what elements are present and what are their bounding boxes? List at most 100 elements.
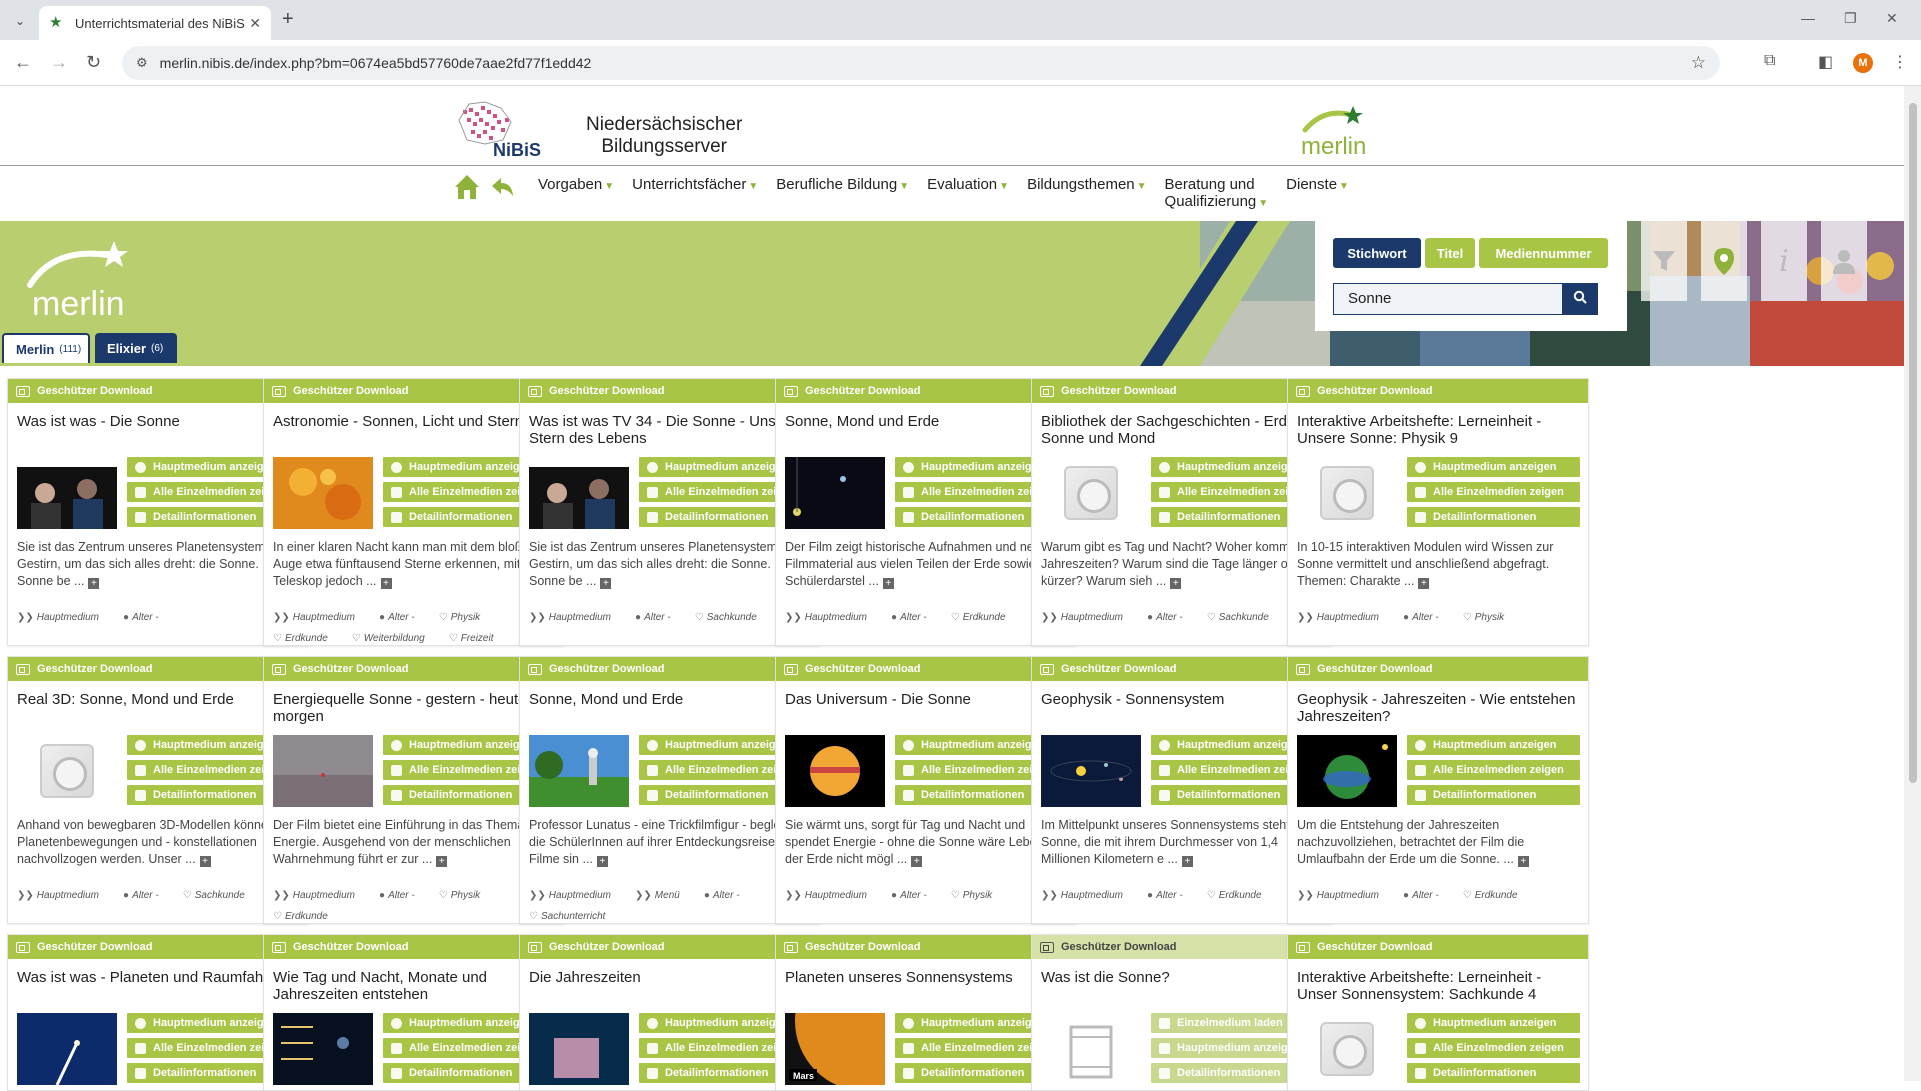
age-tag[interactable]: ● Alter - [891, 885, 939, 906]
main-media-tag[interactable]: ❯❯ Hauptmedium [17, 607, 111, 628]
card-title[interactable]: Interaktive Arbeitshefte: Lerneinheit - … [1297, 413, 1583, 447]
subject-tag[interactable]: ♡ Sachkunde [183, 885, 257, 906]
card-title[interactable]: Was ist was - Die Sonne [17, 413, 303, 430]
menu-item-unterrichtsfaecher[interactable]: Unterrichtsfächer ▼ [632, 172, 758, 195]
main-media-tag[interactable]: ❯❯ Hauptmedium [529, 607, 623, 628]
card-title[interactable]: Sonne, Mond und Erde [785, 413, 1071, 430]
card-title[interactable]: Planeten unseres Sonnensystems [785, 969, 1071, 986]
side-panel-icon[interactable]: ◧ [1818, 52, 1833, 72]
card-thumbnail[interactable] [785, 735, 885, 807]
menu-item-vorgaben[interactable]: Vorgaben ▼ [538, 172, 614, 195]
subject-tag[interactable]: ♡ Physik [439, 885, 492, 906]
expand-plus-icon[interactable]: + [882, 578, 894, 589]
card-title[interactable]: Astronomie - Sonnen, Licht und Sterne [273, 413, 559, 430]
expand-plus-icon[interactable]: + [1418, 578, 1430, 589]
card-thumbnail[interactable] [273, 1013, 373, 1085]
main-media-tag[interactable]: ❯❯ Hauptmedium [1041, 885, 1135, 906]
age-tag[interactable]: ● Alter - [123, 885, 171, 906]
card-thumbnail[interactable] [273, 457, 373, 529]
menu-item-bildungsthemen[interactable]: Bildungsthemen ▼ [1027, 172, 1146, 195]
menu-item-evaluation[interactable]: Evaluation ▼ [927, 172, 1009, 195]
card-thumbnail[interactable] [17, 1013, 117, 1085]
main-media-tag[interactable]: ❯❯ Hauptmedium [785, 607, 879, 628]
home-icon[interactable] [452, 172, 482, 202]
expand-plus-icon[interactable]: + [380, 578, 392, 589]
main-media-tag[interactable]: ❯❯ Hauptmedium [1297, 885, 1391, 906]
site-info-icon[interactable]: ⚙ [136, 55, 148, 71]
browser-menu-icon[interactable]: ⋮ [1892, 52, 1908, 72]
tab-close-icon[interactable]: ✕ [249, 15, 261, 32]
age-tag[interactable]: ● Alter - [635, 607, 683, 628]
main-media-tag[interactable]: ❯❯ Hauptmedium [273, 885, 367, 906]
age-tag[interactable]: ● Alter - [1147, 607, 1195, 628]
subject-tag[interactable]: ♡ Physik [1463, 607, 1516, 628]
search-input[interactable]: Sonne [1333, 283, 1563, 315]
card-title[interactable]: Sonne, Mond und Erde [529, 691, 815, 708]
subject-tag[interactable]: ♡ Freizeit [449, 628, 506, 649]
age-tag[interactable]: ● Alter - [704, 885, 752, 906]
show-main-media-button[interactable]: Hauptmedium anzeigen [1407, 735, 1580, 755]
card-title[interactable]: Die Jahreszeiten [529, 969, 815, 986]
subject-tag[interactable]: ♡ Erdkunde [1207, 885, 1274, 906]
card-title[interactable]: Interaktive Arbeitshefte: Lerneinheit - … [1297, 969, 1583, 1003]
card-thumbnail[interactable] [1297, 457, 1397, 529]
subject-tag[interactable]: ❯❯ Menü [635, 885, 692, 906]
tab-search-dropdown-icon[interactable]: ⌄ [8, 10, 32, 32]
profile-avatar[interactable]: M [1853, 53, 1873, 73]
card-thumbnail[interactable] [17, 457, 117, 529]
subject-tag[interactable]: ♡ Sachkunde [1207, 607, 1281, 628]
menu-item-beratung-qualifizierung[interactable]: Beratung und Qualifizierung ▼ [1165, 172, 1269, 212]
search-mode-stichwort-button[interactable]: Stichwort [1333, 238, 1421, 268]
card-title[interactable]: Wie Tag und Nacht, Monate und Jahreszeit… [273, 969, 559, 1003]
subject-tag[interactable]: ♡ Sachkunde [695, 607, 769, 628]
url-omnibox[interactable]: ⚙ merlin.nibis.de/index.php?bm=0674ea5bd… [122, 46, 1720, 80]
search-mode-mediennummer-button[interactable]: Mediennummer [1479, 238, 1608, 268]
back-arrow-green-icon[interactable] [488, 172, 516, 202]
main-media-tag[interactable]: ❯❯ Hauptmedium [1041, 607, 1135, 628]
card-title[interactable]: Real 3D: Sonne, Mond und Erde [17, 691, 303, 708]
window-close-icon[interactable]: ✕ [1886, 10, 1898, 27]
age-tag[interactable]: ● Alter - [379, 885, 427, 906]
card-title[interactable]: Das Universum - Die Sonne [785, 691, 1071, 708]
main-media-tag[interactable]: ❯❯ Hauptmedium [529, 885, 623, 906]
card-thumbnail[interactable]: Mars [785, 1013, 885, 1085]
age-tag[interactable]: ● Alter - [891, 607, 939, 628]
show-all-media-button[interactable]: Alle Einzelmedien zeigen [1407, 482, 1580, 502]
search-submit-button[interactable] [1562, 283, 1598, 315]
expand-plus-icon[interactable]: + [911, 856, 923, 867]
show-main-media-button[interactable]: Hauptmedium anzeigen [1407, 457, 1580, 477]
merlin-banner-logo[interactable]: merlin [22, 235, 152, 320]
subject-tag[interactable]: ♡ Weiterbildung [352, 628, 437, 649]
nibis-logo[interactable]: NiBiS [455, 100, 550, 160]
restore-icon[interactable]: ❐ [1844, 10, 1857, 27]
reload-icon[interactable]: ↻ [86, 52, 101, 73]
main-media-tag[interactable]: ❯❯ Hauptmedium [273, 607, 367, 628]
expand-plus-icon[interactable]: + [596, 856, 608, 867]
show-all-media-button[interactable]: Alle Einzelmedien zeigen [1407, 760, 1580, 780]
new-tab-icon[interactable]: + [282, 8, 294, 31]
card-title[interactable]: Geophysik - Jahreszeiten - Wie entstehen… [1297, 691, 1583, 725]
info-icon[interactable]: i [1761, 221, 1807, 301]
card-thumbnail[interactable] [17, 735, 117, 807]
location-pin-icon[interactable] [1701, 221, 1747, 301]
subject-tag[interactable]: ♡ Erdkunde [273, 906, 340, 927]
age-tag[interactable]: ● Alter - [1147, 885, 1195, 906]
card-thumbnail[interactable] [1041, 735, 1141, 807]
subject-tag[interactable]: ♡ Erdkunde [951, 607, 1018, 628]
card-title[interactable]: Energiequelle Sonne - gestern - heute - … [273, 691, 559, 725]
menu-item-dienste[interactable]: Dienste ▼ [1286, 172, 1349, 195]
expand-plus-icon[interactable]: + [199, 856, 211, 867]
back-arrow-icon[interactable]: ← [14, 52, 32, 73]
expand-plus-icon[interactable]: + [436, 856, 448, 867]
card-thumbnail[interactable] [529, 1013, 629, 1085]
main-media-tag[interactable]: ❯❯ Hauptmedium [17, 885, 111, 906]
card-title[interactable]: Geophysik - Sonnensystem [1041, 691, 1327, 708]
age-tag[interactable]: ● Alter - [379, 607, 427, 628]
user-icon[interactable] [1821, 221, 1867, 301]
detail-info-button[interactable]: Detailinformationen [1407, 1063, 1580, 1083]
tab-merlin[interactable]: Merlin (111) [2, 333, 90, 363]
age-tag[interactable]: ● Alter - [1403, 607, 1451, 628]
card-title[interactable]: Was ist was - Planeten und Raumfahrt [17, 969, 303, 986]
card-thumbnail[interactable] [1297, 1013, 1397, 1085]
card-thumbnail[interactable] [785, 457, 885, 529]
